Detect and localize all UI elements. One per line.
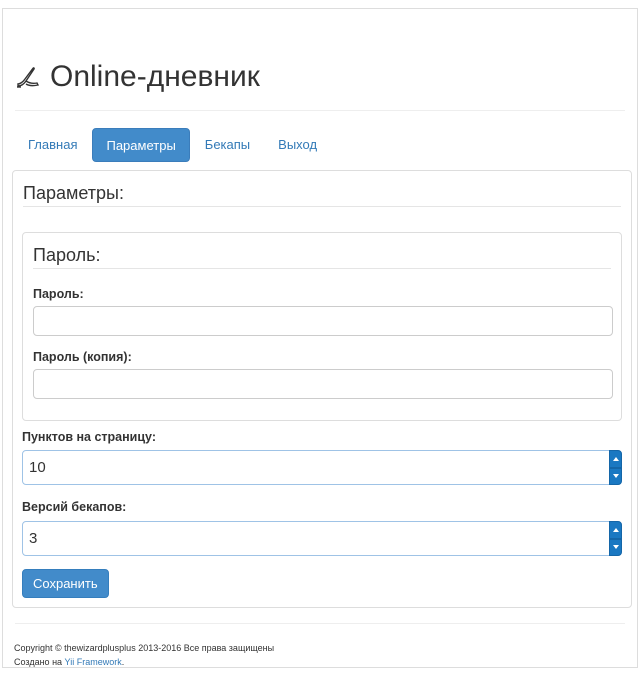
backup-versions-spinner xyxy=(609,521,622,556)
quill-pen-icon xyxy=(17,67,40,88)
backup-versions-decrement[interactable] xyxy=(609,538,622,556)
points-per-page-increment[interactable] xyxy=(609,450,622,468)
backup-versions-increment[interactable] xyxy=(609,521,622,539)
backup-versions-label: Версий бекапов: xyxy=(22,500,127,514)
tab-home[interactable]: Главная xyxy=(15,128,90,162)
backup-versions-input[interactable]: 3 xyxy=(22,521,622,556)
password-legend: Пароль: xyxy=(33,245,101,265)
arrow-up-icon xyxy=(612,527,619,532)
password-legend-divider xyxy=(33,268,611,269)
page-container: Online-дневник Главная Параметры Бекапы … xyxy=(2,8,638,668)
page-title: Online-дневник xyxy=(50,60,260,93)
arrow-down-icon xyxy=(612,545,619,550)
parameters-legend: Параметры: xyxy=(23,183,124,203)
tab-parameters[interactable]: Параметры xyxy=(92,128,190,162)
main-nav: Главная Параметры Бекапы Выход xyxy=(15,128,332,162)
parameters-panel: Параметры: Пароль: Пароль: Пароль (копия… xyxy=(12,170,632,608)
tab-backups[interactable]: Бекапы xyxy=(192,128,263,162)
copyright-text: Copyright © thewizardplusplus 2013-2016 … xyxy=(14,643,275,653)
points-per-page-label: Пунктов на страницу: xyxy=(22,430,156,444)
password-copy-field[interactable] xyxy=(33,369,613,399)
arrow-down-icon xyxy=(612,474,619,479)
footer-divider xyxy=(15,623,625,624)
password-copy-label: Пароль (копия): xyxy=(33,350,132,364)
legend-divider xyxy=(23,206,621,207)
points-per-page-input[interactable]: 10 xyxy=(22,450,622,485)
points-per-page-spinner xyxy=(609,450,622,485)
created-suffix: . xyxy=(121,657,125,667)
backup-versions-value: 3 xyxy=(29,530,38,547)
footer: Copyright © thewizardplusplus 2013-2016 … xyxy=(14,641,274,669)
points-per-page-decrement[interactable] xyxy=(609,467,622,485)
points-per-page-value: 10 xyxy=(29,459,46,476)
password-fieldset: Пароль: Пароль: Пароль (копия): xyxy=(22,232,622,421)
save-button[interactable]: Сохранить xyxy=(22,569,109,598)
password-label: Пароль: xyxy=(33,287,84,301)
yii-framework-link[interactable]: Yii Framework xyxy=(65,657,122,667)
arrow-up-icon xyxy=(612,456,619,461)
created-with-text: Создано на Yii Framework. xyxy=(14,655,274,669)
created-prefix: Создано на xyxy=(14,657,65,667)
tab-logout[interactable]: Выход xyxy=(265,128,330,162)
brand[interactable]: Online-дневник xyxy=(15,59,260,95)
header-divider xyxy=(15,110,625,111)
password-field[interactable] xyxy=(33,306,613,336)
